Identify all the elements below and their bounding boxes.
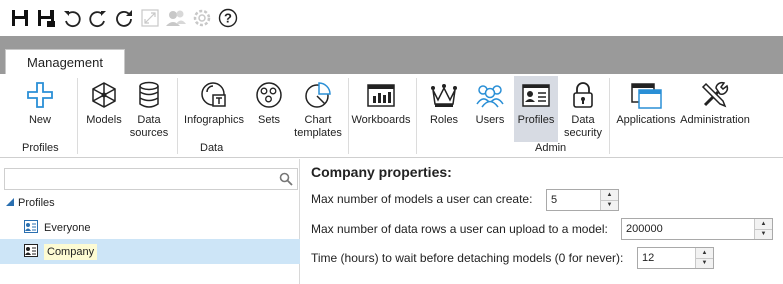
decrement-icon[interactable]: ▼	[755, 228, 772, 239]
workboard-icon	[364, 78, 398, 112]
max-rows-stepper[interactable]: 200000 ▲ ▼	[621, 218, 773, 240]
users-button[interactable]: Users	[470, 78, 510, 127]
new-button[interactable]: New	[20, 78, 60, 127]
max-models-value[interactable]: 5	[547, 190, 600, 210]
roles-button[interactable]: Roles	[426, 78, 462, 127]
expand-triangle-icon[interactable]	[6, 197, 14, 209]
administration-label: Administration	[680, 114, 750, 126]
search-input[interactable]	[4, 168, 298, 190]
max-models-stepper[interactable]: 5 ▲ ▼	[546, 189, 619, 211]
profile-card-icon	[519, 78, 553, 112]
data-sources-button[interactable]: Data sources	[126, 78, 172, 140]
properties-title: Company properties:	[311, 164, 452, 180]
tree-root-profiles[interactable]: Profiles	[6, 197, 55, 209]
detach-time-value[interactable]: 12	[638, 248, 695, 268]
users-icon[interactable]	[164, 6, 188, 30]
workboards-button[interactable]: Workboards	[350, 78, 412, 127]
max-models-label: Max number of models a user can create:	[311, 192, 533, 206]
cube-network-icon	[87, 78, 121, 112]
increment-icon[interactable]: ▲	[696, 248, 713, 258]
group-users-icon	[473, 78, 507, 112]
refresh-icon[interactable]	[112, 6, 136, 30]
group-divider	[77, 78, 78, 154]
applications-icon	[629, 78, 663, 112]
models-label: Models	[86, 114, 122, 126]
chart-templates-label: Chart templates	[294, 114, 342, 139]
database-icon	[132, 78, 166, 112]
group-label-profiles: Profiles	[22, 142, 59, 154]
settings-icon[interactable]	[190, 6, 214, 30]
undo-icon[interactable]	[60, 6, 84, 30]
data-security-button[interactable]: Data security	[562, 78, 604, 140]
tree-item-company[interactable]: Company	[0, 239, 300, 264]
roles-label: Roles	[429, 114, 459, 126]
detach-time-label: Time (hours) to wait before detaching mo…	[311, 251, 624, 265]
group-divider	[609, 78, 610, 154]
tree-item-label: Company	[44, 243, 98, 260]
increment-icon[interactable]: ▲	[755, 219, 772, 229]
group-divider	[416, 78, 417, 154]
tree-root-label: Profiles	[18, 197, 55, 209]
data-sources-label: Data sources	[129, 114, 169, 139]
users-label: Users	[475, 114, 505, 126]
svg-text:?: ?	[224, 11, 232, 26]
fullscreen-icon[interactable]	[138, 6, 162, 30]
properties-panel: Company properties: Max number of models…	[302, 159, 783, 284]
administration-button[interactable]: Administration	[680, 78, 750, 127]
data-security-label: Data security	[564, 114, 602, 139]
group-label-admin: Admin	[535, 142, 567, 154]
profiles-button[interactable]: Profiles	[514, 76, 558, 142]
decrement-icon[interactable]: ▼	[696, 257, 713, 268]
save-icon[interactable]	[8, 6, 32, 30]
tree-item-label: Everyone	[44, 221, 91, 234]
infographics-icon	[197, 78, 231, 112]
tab-management[interactable]: Management	[5, 49, 125, 75]
quick-access-toolbar: ?	[0, 0, 783, 36]
sets-icon	[252, 78, 286, 112]
workboards-label: Workboards	[351, 114, 411, 126]
profiles-panel: Profiles Everyone Company	[0, 159, 300, 284]
max-rows-label: Max number of data rows a user can uploa…	[311, 222, 608, 236]
search-icon[interactable]	[279, 172, 293, 189]
applications-label: Applications	[616, 114, 676, 126]
decrement-icon[interactable]: ▼	[601, 199, 618, 210]
ribbon: New Profiles Models Data sources Infogra…	[0, 74, 783, 158]
infographics-button[interactable]: Infographics	[182, 78, 246, 127]
models-button[interactable]: Models	[84, 78, 124, 127]
plus-icon	[23, 78, 57, 112]
chart-templates-button[interactable]: Chart templates	[292, 78, 344, 140]
max-rows-value[interactable]: 200000	[622, 219, 754, 239]
tree-item-everyone[interactable]: Everyone	[0, 215, 300, 240]
detach-time-stepper[interactable]: 12 ▲ ▼	[637, 247, 714, 269]
new-label: New	[28, 114, 51, 126]
sets-button[interactable]: Sets	[253, 78, 285, 127]
sets-label: Sets	[257, 114, 280, 126]
save-as-icon[interactable]	[34, 6, 58, 30]
crown-icon	[427, 78, 461, 112]
profile-icon	[24, 219, 38, 236]
profiles-label: Profiles	[517, 114, 555, 126]
redo-icon[interactable]	[86, 6, 110, 30]
tools-icon	[698, 78, 732, 112]
help-icon[interactable]: ?	[216, 6, 240, 30]
profile-icon	[24, 243, 38, 260]
pie-chart-icon	[301, 78, 335, 112]
increment-icon[interactable]: ▲	[601, 190, 618, 200]
group-label-data: Data	[200, 142, 224, 154]
group-divider	[348, 78, 349, 154]
lock-icon	[566, 78, 600, 112]
infographics-label: Infographics	[184, 114, 244, 126]
group-divider	[177, 78, 178, 154]
applications-button[interactable]: Applications	[614, 78, 678, 127]
